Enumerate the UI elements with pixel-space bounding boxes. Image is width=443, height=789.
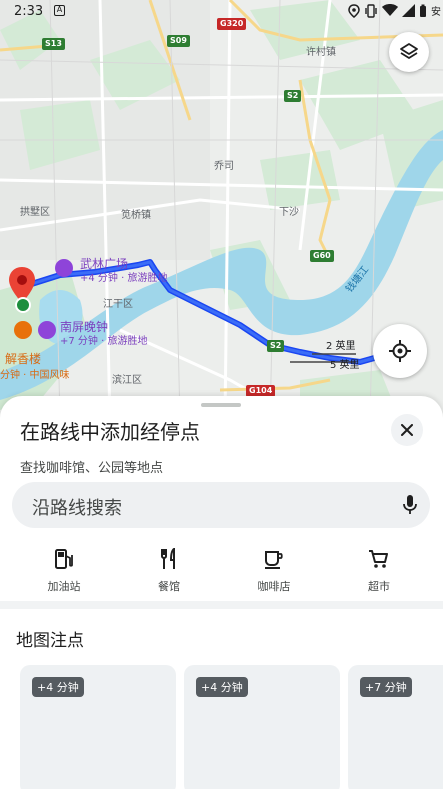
route-search-input[interactable]: 沿路线搜索: [12, 482, 430, 528]
restaurant-marker-icon: [14, 321, 32, 339]
sheet-subtitle: 查找咖啡馆、公园等地点: [20, 461, 164, 476]
carrier-text: 安: [431, 7, 441, 18]
category-label: 咖啡店: [257, 580, 291, 593]
time-badge: +4 分钟: [196, 677, 248, 697]
category-row: 加油站 餐馆 咖啡店 超市: [0, 546, 443, 596]
poi-card[interactable]: +4 分钟: [184, 665, 340, 789]
road-shield-s09: S09: [167, 35, 190, 47]
map-view[interactable]: 2:33 A 安 G320 S13 S09 S2 G60 S2 G104 许村镇…: [0, 0, 443, 420]
wifi-icon: [382, 4, 398, 16]
place-jianggan: 江干区: [103, 299, 133, 310]
category-gas-station[interactable]: 加油站: [24, 546, 104, 594]
status-time: 2:33: [14, 4, 44, 19]
drag-handle[interactable]: [201, 403, 241, 407]
layers-button[interactable]: [389, 32, 429, 72]
bottom-sheet: 在路线中添加经停点 查找咖啡馆、公园等地点 沿路线搜索 加油站 餐馆 咖啡店 超…: [0, 396, 443, 789]
poi-camera-icon: [38, 321, 56, 339]
time-badge: +4 分钟: [32, 677, 84, 697]
gas-station-icon: [55, 549, 73, 569]
place-binjiang: 滨江区: [112, 375, 142, 386]
road-shield-g60: G60: [310, 250, 334, 262]
poi-wulin-name[interactable]: 武林广场: [80, 258, 128, 270]
location-icon: [348, 3, 360, 18]
crosshair-icon: [389, 340, 411, 362]
vibrate-icon: [365, 3, 377, 18]
place-jianqiao: 笕桥镇: [121, 210, 151, 221]
category-coffee[interactable]: 咖啡店: [234, 546, 314, 594]
road-shield-s2: S2: [284, 90, 302, 102]
road-shield-s13: S13: [42, 38, 65, 50]
category-label: 加油站: [47, 580, 81, 593]
poi-jiexiang-sub: 分钟 · 中国风味: [0, 370, 70, 381]
layers-icon: [400, 43, 418, 59]
poi-card[interactable]: +4 分钟: [20, 665, 176, 789]
restaurant-icon: [161, 548, 175, 569]
category-supermarket[interactable]: 超市: [339, 546, 419, 594]
poi-nanping-sub: +7 分钟 · 旅游胜地: [60, 336, 148, 347]
time-badge: +7 分钟: [360, 677, 412, 697]
distance-label-1: 2 英里: [326, 341, 356, 352]
search-placeholder: 沿路线搜索: [32, 498, 122, 519]
poi-nanping-name[interactable]: 南屏晚钟: [60, 321, 108, 333]
sheet-title: 在路线中添加经停点: [20, 420, 200, 444]
notification-icon: A: [54, 5, 65, 16]
place-xiasha: 下沙: [279, 207, 299, 218]
category-label: 超市: [368, 580, 390, 593]
close-icon: [401, 424, 413, 436]
shopping-cart-icon: [369, 550, 388, 568]
my-location-button[interactable]: [373, 324, 427, 378]
close-button[interactable]: [391, 414, 423, 446]
battery-icon: [420, 4, 426, 17]
road-shield-g320: G320: [217, 18, 247, 30]
poi-camera-icon: [55, 259, 73, 277]
distance-label-2: 5 英里: [330, 360, 360, 371]
place-xulinzhen: 许村镇: [306, 47, 336, 58]
poi-card[interactable]: +7 分钟: [348, 665, 443, 789]
coffee-icon: [265, 551, 283, 569]
poi-wulin-sub: +4 分钟 · 旅游胜地: [80, 273, 168, 284]
place-gongshu: 拱墅区: [20, 207, 50, 218]
microphone-icon[interactable]: [402, 493, 418, 517]
section-divider: [0, 601, 443, 609]
road-shield-g104: G104: [246, 385, 276, 397]
poi-jiexiang-name[interactable]: 解香楼: [5, 353, 41, 365]
section-title: 地图注点: [16, 631, 84, 651]
category-label: 餐馆: [158, 580, 180, 593]
signal-icon: [402, 4, 415, 17]
place-qiaosi: 乔司: [214, 161, 234, 172]
category-restaurant[interactable]: 餐馆: [129, 546, 209, 594]
road-shield-s2-south: S2: [267, 340, 285, 352]
origin-marker-icon: [15, 297, 31, 313]
